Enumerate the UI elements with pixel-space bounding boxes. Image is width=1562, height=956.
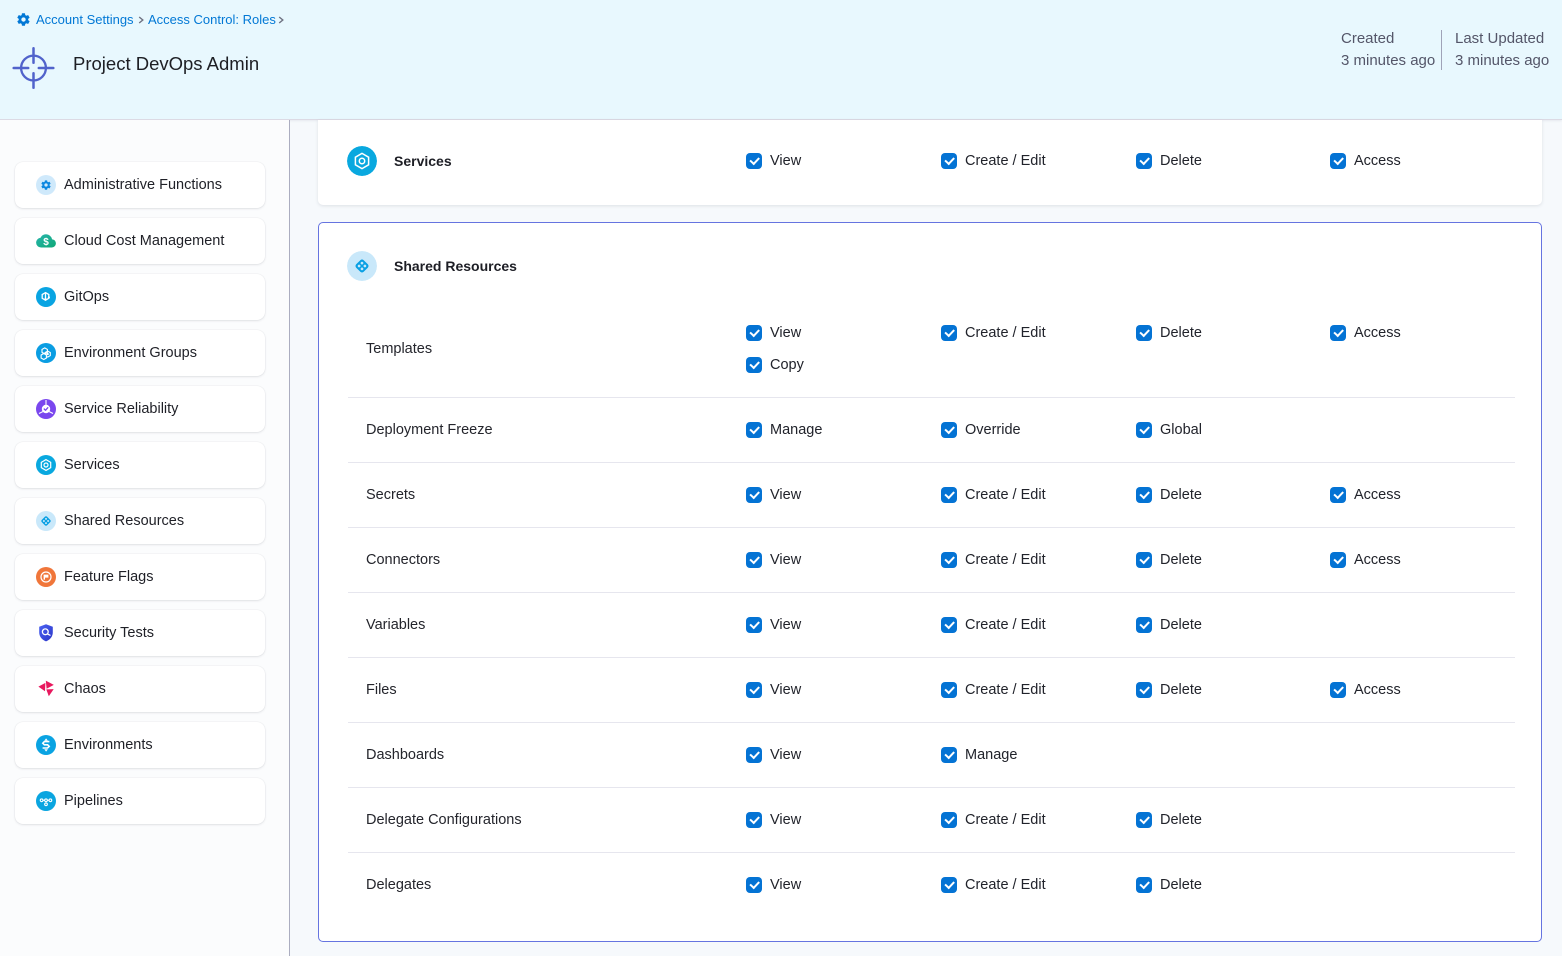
- svg-text:$: $: [43, 237, 49, 248]
